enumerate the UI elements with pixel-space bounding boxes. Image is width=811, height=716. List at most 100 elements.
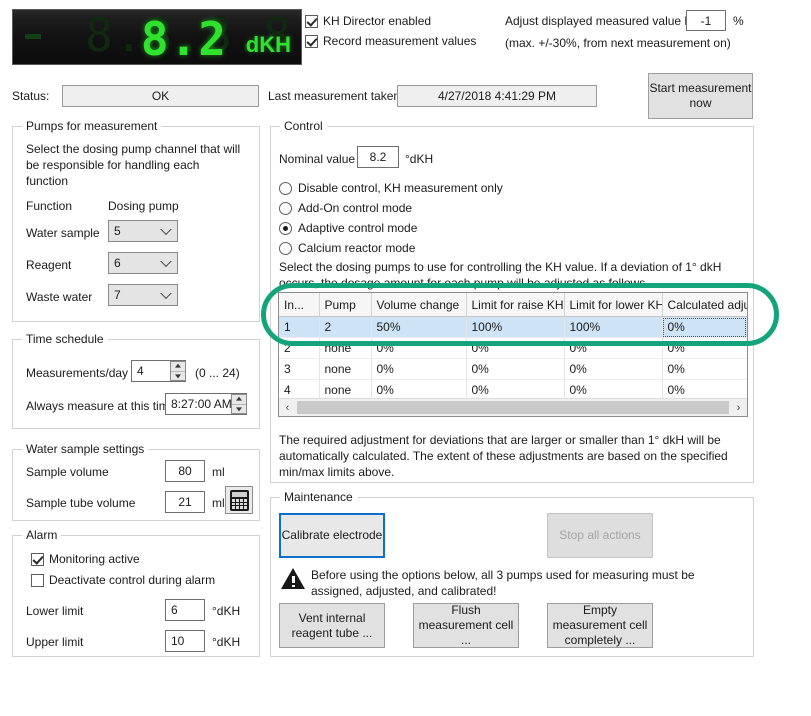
cell-limit-lower[interactable]: 0%: [564, 358, 663, 380]
cell-calculated-adjust[interactable]: 0%: [662, 316, 747, 338]
scroll-right-icon[interactable]: ›: [730, 399, 747, 416]
radio-calcium-reactor[interactable]: Calcium reactor mode: [279, 241, 415, 255]
kh-director-enabled-label: KH Director enabled: [323, 14, 432, 28]
table-row[interactable]: 2 none 0% 0% 0% 0%: [279, 337, 747, 359]
cell-limit-lower[interactable]: 100%: [564, 316, 663, 338]
col-header-calculated-adjust[interactable]: Calculated adjust...: [662, 293, 747, 317]
dosing-pump-grid[interactable]: In... Pump Volume change Limit for raise…: [278, 292, 748, 417]
water-sample-settings-caption: Water sample settings: [22, 442, 149, 456]
lcd-value: 8.2: [140, 12, 227, 65]
calculator-icon: [230, 490, 249, 511]
grid-intro-text: Select the dosing pumps to use for contr…: [279, 260, 722, 290]
cell-pump[interactable]: none: [319, 337, 372, 359]
cell-limit-raise[interactable]: 0%: [466, 358, 565, 380]
grid-horizontal-scrollbar[interactable]: ‹ ›: [279, 398, 747, 416]
cell-index[interactable]: 2: [279, 337, 320, 359]
deactivate-control-checkbox[interactable]: Deactivate control during alarm: [31, 573, 215, 587]
lower-limit-input[interactable]: 6: [165, 599, 205, 621]
scroll-left-icon[interactable]: ‹: [279, 399, 296, 416]
cell-calculated-adjust[interactable]: 0%: [662, 337, 747, 359]
cell-volume-change[interactable]: 0%: [371, 337, 467, 359]
alarm-group: Alarm Monitoring active Deactivate contr…: [12, 528, 260, 657]
pump-row-label-2: Waste water: [26, 290, 93, 304]
cell-limit-raise[interactable]: 100%: [466, 316, 565, 338]
sample-tube-volume-label: Sample tube volume: [26, 496, 136, 510]
grid-note-text: The required adjustment for deviations t…: [279, 433, 728, 479]
cell-index[interactable]: 3: [279, 358, 320, 380]
radio-adaptive-control[interactable]: Adaptive control mode: [279, 221, 417, 235]
col-header-limit-lower[interactable]: Limit for lower KH: [564, 293, 663, 317]
water-sample-settings-group: Water sample settings Sample volume 80 m…: [12, 442, 260, 521]
time-schedule-group: Time schedule Measurements/day 4 (0 ... …: [12, 332, 260, 429]
col-header-volume-change[interactable]: Volume change: [371, 293, 467, 317]
stepper-down[interactable]: [171, 372, 185, 381]
pumps-col-dosing-pump: Dosing pump: [108, 199, 179, 213]
cell-calculated-adjust[interactable]: 0%: [662, 358, 747, 380]
nominal-value-text: 8.2: [369, 150, 387, 164]
calculator-button[interactable]: [225, 486, 253, 514]
cell-limit-lower[interactable]: 0%: [564, 337, 663, 359]
pump-select-waste-water[interactable]: 7: [108, 284, 178, 306]
cell-volume-change[interactable]: 50%: [371, 316, 467, 338]
pump-select-water-sample[interactable]: 5: [108, 220, 178, 242]
stop-all-actions-button[interactable]: Stop all actions: [547, 513, 653, 558]
cell-pump[interactable]: 2: [319, 316, 372, 338]
last-measurement-value: 4/27/2018 4:41:29 PM: [397, 85, 597, 107]
vent-internal-reagent-tube-label: Vent internal reagent tube ...: [291, 610, 373, 640]
vent-internal-reagent-tube-button[interactable]: Vent internal reagent tube ...: [279, 603, 385, 648]
stepper-down[interactable]: [232, 405, 246, 414]
empty-measurement-cell-button[interactable]: Empty measurement cell completely ...: [547, 603, 653, 648]
monitoring-active-label: Monitoring active: [49, 552, 140, 566]
col-header-index[interactable]: In...: [279, 293, 320, 317]
pump-select-reagent[interactable]: 6: [108, 252, 178, 274]
kh-director-enabled-checkbox[interactable]: KH Director enabled: [305, 14, 431, 28]
scrollbar-thumb[interactable]: [297, 401, 729, 414]
radio-button: [279, 241, 292, 255]
start-measurement-label: Start measurement now: [649, 81, 752, 110]
measure-time-stepper[interactable]: [231, 394, 247, 414]
checkbox-box: [305, 14, 318, 28]
upper-limit-input[interactable]: 10: [165, 630, 205, 652]
stepper-up[interactable]: [232, 395, 246, 405]
lower-limit-label: Lower limit: [26, 604, 84, 618]
radio-disable-control[interactable]: Disable control, KH measurement only: [279, 181, 503, 195]
cell-pump[interactable]: none: [319, 358, 372, 380]
nominal-value-input[interactable]: 8.2: [357, 146, 399, 168]
flush-measurement-cell-button[interactable]: Flush measurement cell ...: [413, 603, 519, 648]
calibrate-electrode-button[interactable]: Calibrate electrode: [279, 513, 385, 558]
measurements-per-day-label: Measurements/day: [26, 366, 129, 380]
adjust-value-input[interactable]: -1: [686, 10, 726, 31]
record-measurement-values-checkbox[interactable]: Record measurement values: [305, 34, 476, 48]
radio-calcium-reactor-label: Calcium reactor mode: [298, 241, 416, 255]
cell-volume-change[interactable]: 0%: [371, 358, 467, 380]
radio-disable-control-label: Disable control, KH measurement only: [298, 181, 503, 195]
monitoring-active-checkbox[interactable]: Monitoring active: [31, 552, 140, 566]
measurements-per-day-stepper[interactable]: [170, 361, 186, 381]
nominal-value-label: Nominal value: [279, 152, 356, 166]
cell-index[interactable]: 1: [279, 316, 320, 338]
start-measurement-button[interactable]: Start measurement now: [648, 73, 753, 119]
nominal-value-unit: °dKH: [405, 152, 434, 166]
radio-add-on-control[interactable]: Add-On control mode: [279, 201, 412, 215]
table-row[interactable]: 1 2 50% 100% 100% 0%: [279, 316, 747, 338]
sample-tube-volume-input[interactable]: 21: [165, 491, 205, 513]
maintenance-group: Maintenance Calibrate electrode Stop all…: [270, 490, 754, 657]
sample-tube-volume-value: 21: [178, 495, 192, 509]
col-header-pump[interactable]: Pump: [319, 293, 372, 317]
table-row[interactable]: 3 none 0% 0% 0% 0%: [279, 358, 747, 380]
col-header-limit-raise[interactable]: Limit for raise KH: [466, 293, 565, 317]
sample-volume-unit: ml: [212, 465, 225, 479]
radio-add-on-control-label: Add-On control mode: [298, 201, 413, 215]
pump-select-waste-water-value: 7: [114, 288, 121, 302]
pump-select-reagent-value: 6: [114, 256, 121, 270]
upper-limit-label: Upper limit: [26, 635, 84, 649]
sample-volume-input[interactable]: 80: [165, 460, 205, 482]
stepper-up[interactable]: [171, 362, 185, 372]
cell-limit-raise[interactable]: 0%: [466, 337, 565, 359]
exclamation-stem: [291, 576, 295, 583]
table-header-row: In... Pump Volume change Limit for raise…: [279, 293, 747, 317]
chevron-down-icon: [160, 287, 172, 300]
pumps-group-caption: Pumps for measurement: [22, 119, 162, 133]
sample-volume-value: 80: [178, 464, 192, 478]
chevron-down-icon: [160, 255, 172, 268]
